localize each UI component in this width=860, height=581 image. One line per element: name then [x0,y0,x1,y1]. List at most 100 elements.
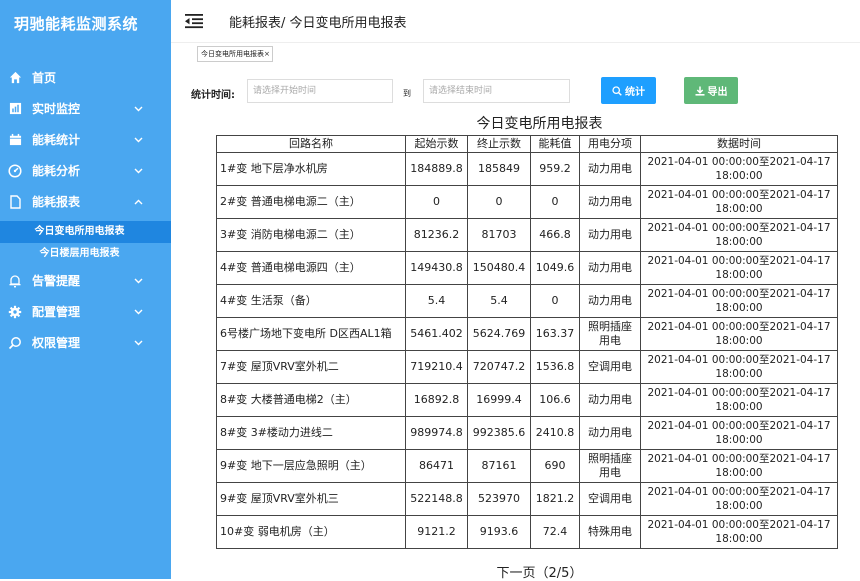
column-header: 用电分项 [579,135,641,153]
sidebar-item-realtime[interactable]: 实时监控 [0,93,171,124]
circuit-name-cell: 1#变 地下层净水机房 [216,152,406,186]
category-cell: 动力用电 [579,416,641,450]
tab-substation-report[interactable]: 今日变电所用电报表× [197,46,273,62]
circuit-name-cell: 3#变 消防电梯电源二（主） [216,218,406,252]
download-icon [695,86,705,96]
category-cell: 特殊用电 [579,515,641,549]
column-header: 数据时间 [640,135,838,153]
table-row: 3#变 消防电梯电源二（主） 81236.2 81703 466.8 动力用电 2021-… [216,218,838,252]
circuit-name-cell: 4#变 普通电梯电源四（主） [216,251,406,285]
tab-close-icon[interactable]: × [264,50,270,58]
table-row: 9#变 地下一层应急照明（主） 86471 87161 690 照明插座用电 2021-0… [216,449,838,483]
sidebar-item-label: 能耗报表 [32,195,81,209]
start-reading-cell: 989974.8 [405,416,468,450]
start-reading-cell: 9121.2 [405,515,468,549]
sidebar-item-label: 配置管理 [32,305,81,319]
start-reading-cell: 81236.2 [405,218,468,252]
table-row: 4#变 生活泵（备） 5.4 5.4 0 动力用电 2021-04-01 00:00:00… [216,284,838,318]
sidebar-item-alarms[interactable]: 告警提醒 [0,265,171,296]
stat-button[interactable]: 统计 [601,77,656,104]
consumption-cell: 106.6 [530,383,580,417]
data-time-cell: 2021-04-01 00:00:00至2021-04-17 18:00:00 [640,317,838,351]
sidebar-item-energy-analysis[interactable]: 能耗分析 [0,155,171,186]
column-header: 回路名称 [216,135,406,153]
table-row: 1#变 地下层净水机房 184889.8 185849 959.2 动力用电 2021-0… [216,152,838,186]
calendar-icon [8,133,22,147]
consumption-cell: 1821.2 [530,482,580,516]
report-title: 今日变电所用电报表 [476,116,603,132]
table-row: 8#变 3#楼动力进线二 989974.8 992385.6 2410.8 动力用电 20… [216,416,838,450]
end-reading-cell: 87161 [467,449,531,483]
start-reading-cell: 5461.402 [405,317,468,351]
category-cell: 照明插座用电 [579,449,641,483]
category-cell: 空调用电 [579,350,641,384]
document-icon [8,194,22,209]
data-time-cell: 2021-04-01 00:00:00至2021-04-17 18:00:00 [640,383,838,417]
consumption-cell: 163.37 [530,317,580,351]
category-cell: 空调用电 [579,482,641,516]
sidebar-subitem-substation-report[interactable]: 今日变电所用电报表 [0,221,171,243]
breadcrumb: 能耗报表/ 今日变电所用电报表 [229,16,407,31]
column-header: 终止示数 [467,135,531,153]
start-time-input[interactable]: 请选择开始时间 [247,79,393,103]
end-time-input[interactable]: 请选择结束时间 [423,79,570,103]
end-reading-cell: 720747.2 [467,350,531,384]
table-header-row: 回路名称 起始示数 终止示数 能耗值 用电分项 数据时间 [216,135,838,153]
bar-chart-icon [8,102,22,116]
export-button[interactable]: 导出 [684,77,738,104]
next-page-link[interactable]: 下一页（2/5） [171,562,860,581]
end-reading-cell: 992385.6 [467,416,531,450]
start-reading-cell: 86471 [405,449,468,483]
sidebar-item-energy-stats[interactable]: 能耗统计 [0,124,171,155]
circuit-name-cell: 2#变 普通电梯电源二（主） [216,185,406,219]
sidebar-item-energy-report[interactable]: 能耗报表 [0,186,171,217]
tab-label: 今日变电所用电报表 [201,50,264,58]
chevron-down-icon [134,155,143,186]
circuit-name-cell: 8#变 大楼普通电梯2（主） [216,383,406,417]
data-time-cell: 2021-04-01 00:00:00至2021-04-17 18:00:00 [640,251,838,285]
bell-icon [8,274,22,288]
end-reading-cell: 16999.4 [467,383,531,417]
gauge-icon [8,163,22,178]
end-reading-cell: 523970 [467,482,531,516]
sidebar-subitem-floor-report[interactable]: 今日楼层用电报表 [0,243,171,265]
circuit-name-cell: 10#变 弱电机房（主） [216,515,406,549]
column-header: 能耗值 [530,135,580,153]
chevron-up-icon [134,186,143,217]
sidebar: 玥驰能耗监测系统 首页 实时监控 能耗统计 能耗分析 能耗报表 今日变电所用电报… [0,0,171,579]
table-row: 2#变 普通电梯电源二（主） 0 0 0 动力用电 2021-04-01 00:00:00… [216,185,838,219]
top-bar: 能耗报表/ 今日变电所用电报表 [171,0,860,43]
circuit-name-cell: 6号楼广场地下变电所 D区西AL1箱 [216,317,406,351]
data-time-cell: 2021-04-01 00:00:00至2021-04-17 18:00:00 [640,152,838,186]
data-time-cell: 2021-04-01 00:00:00至2021-04-17 18:00:00 [640,449,838,483]
consumption-cell: 2410.8 [530,416,580,450]
start-reading-cell: 5.4 [405,284,468,318]
end-reading-cell: 9193.6 [467,515,531,549]
sidebar-item-home[interactable]: 首页 [0,62,171,93]
sidebar-item-config[interactable]: 配置管理 [0,296,171,327]
table-row: 9#变 屋顶VRV室外机三 522148.8 523970 1821.2 空调用电 202… [216,482,838,516]
consumption-cell: 0 [530,185,580,219]
table-row: 6号楼广场地下变电所 D区西AL1箱 5461.402 5624.769 163.37… [216,317,838,351]
start-reading-cell: 522148.8 [405,482,468,516]
stat-button-label: 统计 [625,87,645,98]
category-cell: 动力用电 [579,185,641,219]
circuit-name-cell: 9#变 屋顶VRV室外机三 [216,482,406,516]
consumption-cell: 1536.8 [530,350,580,384]
circuit-name-cell: 4#变 生活泵（备） [216,284,406,318]
end-reading-cell: 5624.769 [467,317,531,351]
search-icon [612,85,622,96]
category-cell: 动力用电 [579,251,641,285]
circuit-name-cell: 9#变 地下一层应急照明（主） [216,449,406,483]
sidebar-item-label: 告警提醒 [32,274,81,288]
app-title: 玥驰能耗监测系统 [14,15,139,33]
home-icon [8,71,22,85]
sidebar-item-permissions[interactable]: 权限管理 [0,327,171,358]
menu-fold-icon[interactable] [185,13,203,29]
category-cell: 动力用电 [579,218,641,252]
start-reading-cell: 719210.4 [405,350,468,384]
export-button-label: 导出 [707,87,728,98]
consumption-cell: 72.4 [530,515,580,549]
chevron-down-icon [134,296,143,327]
sidebar-item-label: 能耗统计 [32,133,81,147]
